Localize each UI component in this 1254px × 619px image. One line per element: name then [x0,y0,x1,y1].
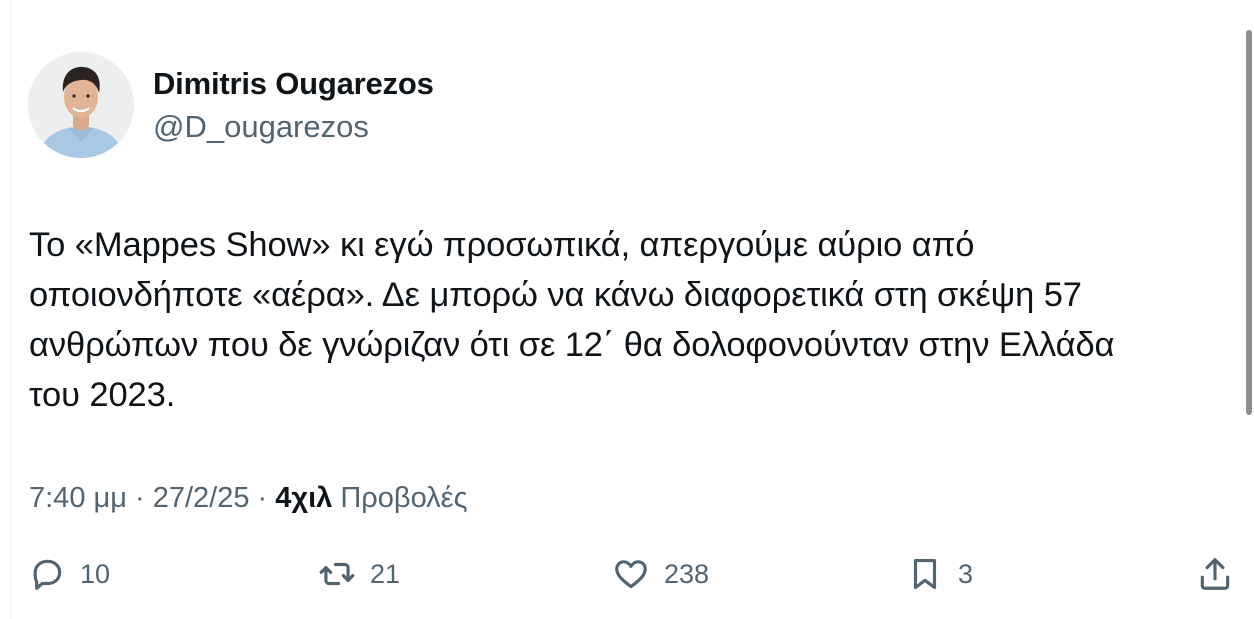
tweet-screenshot: Dimitris Ougarezos @D_ougarezos Το «Mapp… [0,0,1254,619]
bookmark-count: 3 [958,558,974,589]
scrollbar-thumb[interactable] [1246,30,1252,415]
tweet-time[interactable]: 7:40 μμ [29,482,127,514]
author-block: Dimitris Ougarezos @D_ougarezos [153,64,434,147]
meta-separator: · [134,482,145,514]
reply-count: 10 [80,558,111,589]
tweet-meta: 7:40 μμ · 27/2/25 · 4χιλ Προβολές [29,478,468,518]
tweet-date[interactable]: 27/2/25 [153,482,250,514]
tweet-line: του 2023. [29,376,176,414]
views-label[interactable]: Προβολές [340,482,467,514]
share-icon [1200,558,1230,590]
repost-icon [319,562,355,586]
share-button[interactable] [1196,548,1234,600]
meta-separator: · [257,482,268,514]
author-handle[interactable]: @D_ougarezos [153,107,434,147]
views-count[interactable]: 4χιλ [275,482,332,514]
bookmark-button[interactable]: 3 [906,548,973,600]
tweet-text: Το «Mappes Show» κι εγώ προσωπικά, απεργ… [29,220,1239,420]
bookmark-icon [913,558,937,590]
author-display-name[interactable]: Dimitris Ougarezos [153,64,434,104]
tweet-line: Το «Mappes Show» κι εγώ προσωπικά, απεργ… [29,226,975,264]
tweet-line: οποιονδήποτε «αέρα». Δε μπορώ να κάνω δι… [29,276,1082,314]
avatar-portrait [28,52,134,158]
like-count: 238 [664,558,710,589]
left-divider [10,0,11,619]
scrollbar[interactable] [1244,0,1254,619]
heart-icon [615,560,647,589]
like-button[interactable]: 238 [612,548,709,600]
action-bar: 10 21 238 3 [0,548,1254,600]
repost-count: 21 [370,558,401,589]
reply-button[interactable]: 10 [28,548,110,600]
repost-button[interactable]: 21 [318,548,400,600]
tweet-line: ανθρώπων που δε γνώριζαν ότι σε 12΄ θα δ… [29,326,1115,364]
avatar[interactable] [28,52,134,158]
reply-icon [33,559,62,590]
